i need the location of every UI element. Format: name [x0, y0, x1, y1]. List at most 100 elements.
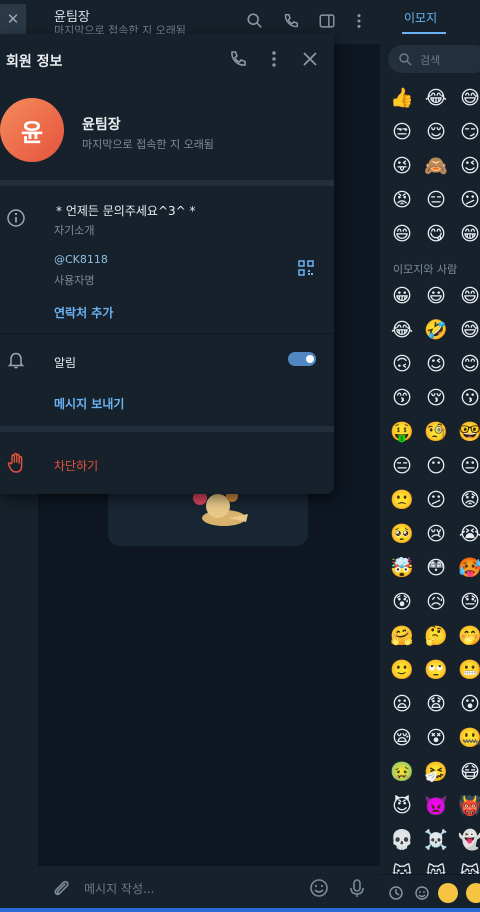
emoji-item[interactable]: 🥵	[458, 556, 480, 580]
block-user-button[interactable]: 차단하기	[0, 444, 334, 484]
more-icon[interactable]	[264, 49, 284, 69]
emoji-item[interactable]: 😋	[424, 222, 448, 246]
close-icon[interactable]: ✕	[0, 4, 26, 34]
emoji-item[interactable]: 😃	[424, 284, 448, 308]
emoji-item[interactable]: 🙁	[390, 488, 414, 512]
smiley-category-icon[interactable]	[414, 885, 430, 901]
emoji-item[interactable]: 😑	[424, 188, 448, 212]
emoji-item[interactable]: 😚	[424, 386, 448, 410]
qr-code-icon[interactable]	[298, 260, 314, 276]
emoji-item[interactable]: 😑	[390, 454, 414, 478]
emoji-item[interactable]: 🤓	[458, 420, 480, 444]
avatar[interactable]: 윤	[0, 98, 64, 162]
emoji-item[interactable]: 😥	[424, 590, 448, 614]
emoji-item[interactable]: 😕	[458, 188, 480, 212]
emoji-item[interactable]: 😕	[424, 488, 448, 512]
emoji-item[interactable]: 😀	[390, 284, 414, 308]
emoji-item[interactable]: 😄	[390, 222, 414, 246]
panel-title: 회원 정보	[6, 54, 63, 70]
emoji-item[interactable]: 😓	[458, 590, 480, 614]
emoji-item[interactable]: 😰	[390, 590, 414, 614]
close-icon[interactable]	[300, 49, 320, 69]
emoji-item[interactable]: 😦	[390, 692, 414, 716]
emoji-section-label: 이모지와 사람	[393, 263, 458, 276]
emoji-item[interactable]: 🤐	[458, 726, 480, 750]
emoji-item[interactable]: 👍	[390, 86, 414, 110]
emoji-item[interactable]: 😧	[424, 692, 448, 716]
sticker-category-icon[interactable]	[438, 883, 458, 903]
emoji-item[interactable]: 🤑	[390, 420, 414, 444]
call-icon[interactable]	[228, 49, 248, 69]
emoji-item[interactable]: 😏	[458, 120, 480, 144]
emoji-item[interactable]: 🤗	[390, 624, 414, 648]
emoji-item[interactable]: 😄	[458, 284, 480, 308]
emoji-item[interactable]: 😅	[458, 318, 480, 342]
emoji-item[interactable]: 🙈	[424, 154, 448, 178]
info-icon	[7, 209, 25, 227]
emoji-item[interactable]: 👿	[424, 794, 448, 818]
emoji-item[interactable]: 🙂	[390, 658, 414, 682]
emoji-item[interactable]: 😜	[390, 154, 414, 178]
emoji-item[interactable]: 🙄	[424, 658, 448, 682]
emoji-item[interactable]: 😟	[458, 488, 480, 512]
emoji-item[interactable]: 😅	[458, 86, 480, 110]
emoji-item[interactable]: ☠️	[424, 828, 448, 852]
emoji-item[interactable]: 🧐	[424, 420, 448, 444]
search-icon[interactable]	[246, 12, 264, 30]
send-message-button[interactable]: 메시지 보내기	[54, 395, 124, 412]
emoji-item[interactable]: 😉	[458, 154, 480, 178]
username-text[interactable]: @CK8118	[54, 253, 108, 266]
emoji-category-bar	[380, 874, 480, 910]
emoji-item[interactable]: 😷	[458, 760, 480, 784]
emoji-item[interactable]: 🤧	[424, 760, 448, 784]
tab-emoji[interactable]: 이모지	[404, 9, 437, 26]
emoji-item[interactable]: 😪	[390, 726, 414, 750]
emoji-item[interactable]: 😭	[458, 522, 480, 546]
emoji-item[interactable]: 😢	[424, 522, 448, 546]
emoji-item[interactable]: 😈	[390, 794, 414, 818]
emoji-item[interactable]: 💀	[390, 828, 414, 852]
emoji-item[interactable]: 😂	[390, 318, 414, 342]
bio-text: * 언제든 문의주세요^3^ *	[56, 204, 196, 218]
emoji-item[interactable]: 😊	[458, 352, 480, 376]
emoji-item[interactable]: 😬	[458, 658, 480, 682]
divider	[0, 180, 334, 186]
add-contact-button[interactable]: 연락처 추가	[54, 304, 113, 321]
emoji-item[interactable]: 🤢	[390, 760, 414, 784]
emoji-item[interactable]: 🤣	[424, 318, 448, 342]
emoji-item[interactable]: 😳	[424, 556, 448, 580]
emoji-item[interactable]: 😙	[390, 386, 414, 410]
block-label: 차단하기	[54, 459, 99, 473]
emoji-icon[interactable]	[308, 877, 330, 899]
emoji-item[interactable]: 😁	[458, 222, 480, 246]
profile-status: 마지막으로 접속한 지 오래됨	[82, 138, 214, 151]
recent-clock-icon[interactable]	[388, 885, 404, 901]
emoji-item[interactable]: 😗	[458, 386, 480, 410]
emoji-item[interactable]: 😒	[390, 120, 414, 144]
microphone-icon[interactable]	[346, 877, 368, 899]
search-icon	[399, 53, 412, 66]
emoji-item[interactable]: 😡	[390, 188, 414, 212]
emoji-item[interactable]: 🤭	[458, 624, 480, 648]
gif-category-icon[interactable]	[466, 883, 480, 903]
emoji-item[interactable]: 🤔	[424, 624, 448, 648]
emoji-item[interactable]: 👹	[458, 794, 480, 818]
emoji-item[interactable]: 👻	[458, 828, 480, 852]
emoji-item[interactable]: 😐	[458, 454, 480, 478]
message-input[interactable]: 메시지 작성...	[84, 880, 154, 897]
emoji-item[interactable]: 😂	[424, 86, 448, 110]
tab-indicator	[402, 32, 446, 34]
emoji-item[interactable]: 😌	[424, 120, 448, 144]
emoji-item[interactable]: 😉	[424, 352, 448, 376]
emoji-item[interactable]: 😵	[424, 726, 448, 750]
attach-icon[interactable]	[50, 877, 72, 899]
emoji-item[interactable]: 🥺	[390, 522, 414, 546]
emoji-item[interactable]: 🤯	[390, 556, 414, 580]
emoji-item[interactable]: 🙃	[390, 352, 414, 376]
emoji-item[interactable]: 😮	[458, 692, 480, 716]
emoji-item[interactable]: 😶	[424, 454, 448, 478]
sidebar-toggle-icon[interactable]	[318, 12, 336, 30]
more-icon[interactable]	[350, 12, 368, 30]
call-icon[interactable]	[282, 12, 300, 30]
notifications-toggle[interactable]	[288, 352, 316, 366]
